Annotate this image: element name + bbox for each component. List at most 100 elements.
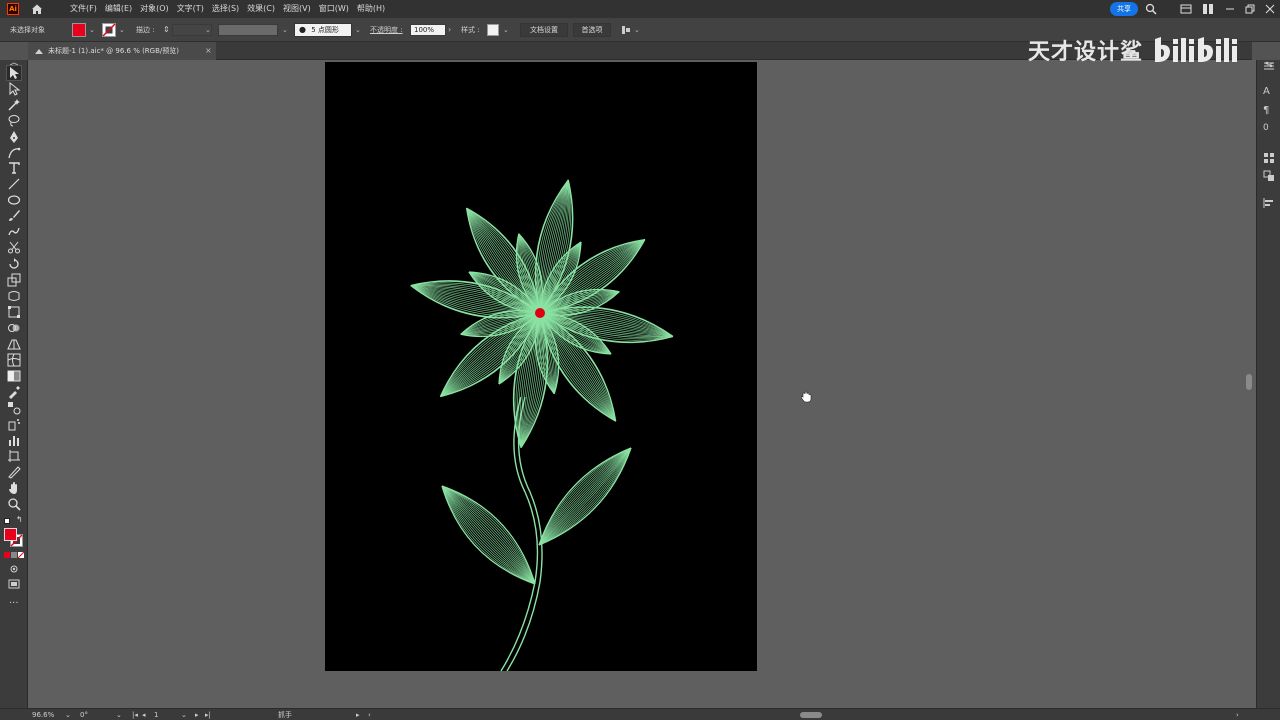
draw-mode-icon[interactable] [9,564,19,574]
vertical-scroll-thumb[interactable] [1246,374,1252,390]
fill-color-icon[interactable] [4,528,17,541]
chevron-down-icon[interactable]: ⌄ [181,709,187,720]
mesh-icon[interactable] [7,353,21,367]
zoom-icon[interactable] [7,497,21,511]
perspective-icon[interactable] [7,337,21,351]
variable-width-field[interactable] [218,24,278,36]
graphic-style-swatch[interactable] [487,24,499,36]
artboard-number[interactable]: 1 [154,709,158,720]
minimize-icon[interactable] [1224,3,1236,15]
fill-swatch[interactable] [72,23,86,37]
arrange-documents-icon[interactable] [1202,3,1214,15]
column-graph-icon[interactable] [7,433,21,447]
menu-file[interactable]: 文件(F) [66,0,101,18]
rotation-value[interactable]: 0° [80,709,88,720]
color-mode-icon[interactable] [4,552,10,558]
paintbrush-icon[interactable] [7,209,21,223]
menu-view[interactable]: 视图(V) [279,0,315,18]
opacity-label[interactable]: 不透明度 : [370,18,403,42]
lasso-icon[interactable] [7,114,21,128]
flower-artwork[interactable] [325,62,757,671]
stroke-swatch[interactable] [102,23,116,37]
more-tools-icon[interactable]: ··· [9,598,19,609]
slice-icon[interactable] [7,465,21,479]
chevron-down-icon[interactable]: ⌄ [116,709,122,720]
selection-tool-icon[interactable] [6,65,22,81]
horizontal-scroll-thumb[interactable] [800,712,822,718]
chevron-right-icon[interactable]: › [448,18,451,42]
menu-edit[interactable]: 编辑(E) [101,0,136,18]
tab-collapse-icon[interactable] [34,47,44,55]
align-icon[interactable] [1263,197,1275,209]
swatches-icon[interactable] [1263,152,1275,164]
paragraph-icon[interactable]: ¶ [1263,105,1275,117]
pen-icon[interactable] [7,130,21,144]
close-icon[interactable] [1264,3,1276,15]
rotate-icon[interactable] [7,257,21,271]
chevron-down-icon[interactable]: ⌄ [89,18,95,42]
search-icon[interactable] [1145,3,1157,15]
chevron-down-icon[interactable]: ⌄ [282,18,288,42]
artboard-icon[interactable] [7,449,21,463]
chevron-down-icon[interactable]: ⌄ [634,18,640,42]
next-artboard-icon[interactable]: ▸ [195,709,199,720]
chevron-down-icon[interactable]: ⌄ [503,18,509,42]
line-icon[interactable] [7,177,21,191]
zoom-level[interactable]: 96.6% [32,709,54,720]
menu-select[interactable]: 选择(S) [208,0,243,18]
artboard[interactable] [325,62,757,671]
shaper-icon[interactable] [7,225,21,239]
curvature-icon[interactable] [7,146,21,160]
gradient-mode-icon[interactable] [11,552,17,558]
restore-icon[interactable] [1244,3,1256,15]
status-menu-icon[interactable]: ▸ [356,709,360,720]
document-tab[interactable]: 未标题-1 (1).aic* @ 96.6 % (RGB/预览) × [28,42,216,60]
ellipse-icon[interactable] [7,193,21,207]
screen-mode-icon[interactable] [8,579,20,589]
arrange-icon[interactable] [621,25,631,35]
direct-selection-icon[interactable] [7,81,21,96]
previous-artboard-icon[interactable]: ◂ [142,709,146,720]
first-artboard-icon[interactable]: |◂ [132,709,138,720]
free-transform-icon[interactable] [7,305,21,319]
document-setup-button[interactable]: 文档设置 [520,23,568,37]
symbol-sprayer-icon[interactable] [7,417,21,431]
eyedropper-icon[interactable] [7,385,21,399]
none-mode-icon[interactable] [18,552,24,558]
type-icon[interactable] [7,161,21,175]
scale-icon[interactable] [7,273,21,287]
scroll-left-icon[interactable]: ‹ [368,709,371,720]
home-icon[interactable] [31,3,43,15]
gradient-icon[interactable] [7,369,21,383]
chevron-down-icon[interactable]: ⌄ [355,18,361,42]
last-artboard-icon[interactable]: ▸| [205,709,211,720]
scissors-icon[interactable] [7,241,21,255]
menu-help[interactable]: 帮助(H) [353,0,389,18]
shape-builder-icon[interactable] [7,321,21,335]
magic-wand-icon[interactable] [7,98,21,112]
menu-effect[interactable]: 效果(C) [243,0,279,18]
default-colors-icon[interactable] [4,518,10,524]
layers-icon[interactable] [1263,170,1275,182]
menu-object[interactable]: 对象(O) [136,0,173,18]
character-icon[interactable]: A [1263,86,1275,98]
menu-window[interactable]: 窗口(W) [315,0,353,18]
chevron-down-icon[interactable]: ⌄ [205,18,211,42]
stepper-icon[interactable]: ⇕ [163,18,170,42]
menu-type[interactable]: 文字(T) [173,0,208,18]
blend-icon[interactable] [7,401,21,415]
hand-icon[interactable] [7,481,21,495]
chevron-down-icon[interactable]: ⌄ [119,18,125,42]
scroll-right-icon[interactable]: › [1236,709,1239,720]
swap-colors-icon[interactable]: ↰ [16,515,23,524]
close-tab-icon[interactable]: × [205,42,212,60]
preferences-button[interactable]: 首选项 [573,23,611,37]
opacity-field[interactable]: 100% [410,24,446,36]
warp-icon[interactable] [7,289,21,303]
opentype-icon[interactable]: 0 [1263,122,1275,134]
workspace-switcher-icon[interactable] [1180,3,1192,15]
brush-definition-dropdown[interactable]: ● 5 点圆形 [294,23,352,37]
chevron-down-icon[interactable]: ⌄ [65,709,71,720]
share-button[interactable]: 共享 [1110,2,1138,16]
vertical-scrollbar[interactable] [1245,60,1253,708]
